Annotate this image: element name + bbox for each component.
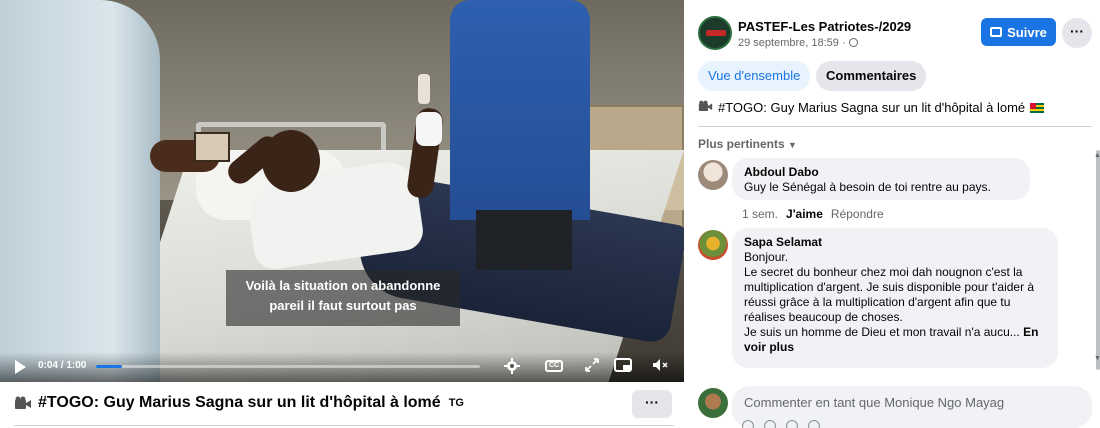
gif-icon[interactable]: [786, 420, 798, 428]
togo-flag-icon: [1030, 102, 1045, 113]
comments-scrollbar[interactable]: [1096, 150, 1100, 370]
post-panel: PASTEF-Les Patriotes-/2029 29 septembre,…: [684, 0, 1100, 428]
scene-standing-man: [450, 0, 590, 220]
commenter-avatar[interactable]: [698, 160, 728, 190]
progress-bar[interactable]: [96, 365, 480, 368]
picture-in-picture-icon[interactable]: [614, 358, 632, 376]
comment-line: réalises beaucoup de choses.: [744, 310, 903, 324]
scene-iv-drip: [418, 74, 430, 104]
comment-line: Le secret du bonheur chez moi dah nougno…: [744, 265, 1023, 279]
globe-icon: [848, 38, 858, 47]
tab-overview[interactable]: Vue d'ensemble: [698, 61, 811, 91]
page-name[interactable]: PASTEF-Les Patriotes-/2029: [738, 19, 911, 34]
video-caption: #TOGO: Guy Marius Sagna sur un lit d'hôp…: [14, 394, 464, 412]
captions-icon[interactable]: CC: [545, 360, 563, 372]
current-user-avatar: [698, 388, 728, 418]
progress-fill: [96, 365, 122, 368]
page-avatar[interactable]: [698, 16, 732, 50]
tab-comments[interactable]: Commentaires: [816, 61, 927, 91]
video-camera-icon: [698, 100, 713, 115]
comment-line: voir plus: [744, 340, 1046, 355]
follow-label: Suivre: [1007, 24, 1047, 40]
reply-link[interactable]: Répondre: [831, 207, 884, 221]
comment-author[interactable]: Abdoul Dabo: [744, 165, 1018, 180]
scene-standing-man-legs: [476, 210, 572, 270]
play-icon[interactable]: [15, 360, 26, 374]
scroll-down-arrow-icon[interactable]: ▼: [1094, 355, 1100, 362]
sort-label: Plus pertinents: [698, 137, 785, 151]
video-player[interactable]: Voilà la situation on abandonne pareil i…: [0, 0, 684, 382]
camera-icon[interactable]: [764, 420, 776, 428]
sticker-icon[interactable]: [808, 420, 820, 428]
comment-author[interactable]: Sapa Selamat: [744, 235, 1046, 250]
comment-time[interactable]: 1 sem.: [742, 207, 778, 221]
scene-nurse: [0, 0, 160, 382]
post-text: #TOGO: Guy Marius Sagna sur un lit d'hôp…: [698, 100, 1045, 115]
follow-page-icon: [990, 27, 1003, 37]
comment-actions: 1 sem. J'aime Répondre: [742, 207, 884, 221]
see-more-link[interactable]: En: [1023, 325, 1038, 339]
divider: [14, 425, 674, 426]
comment-bubble: Sapa Selamat Bonjour. Le secret du bonhe…: [732, 228, 1058, 368]
comment-text: Guy le Sénégal à besoin de toi rentre au…: [744, 180, 991, 194]
follow-button[interactable]: Suivre: [981, 18, 1056, 46]
video-time: 0:04 / 1:00: [38, 360, 87, 371]
comment-sort-dropdown[interactable]: Plus pertinents ▼: [698, 137, 797, 151]
post-more-button[interactable]: ···: [1062, 18, 1092, 48]
fullscreen-expand-icon[interactable]: [585, 358, 599, 376]
comment-input-tools: [742, 420, 820, 428]
caption-text: #TOGO: Guy Marius Sagna sur un lit d'hôp…: [38, 394, 441, 411]
video-controls: 0:04 / 1:00 CC: [0, 352, 684, 382]
caption-flag-text: TG: [448, 397, 464, 409]
volume-muted-icon[interactable]: [652, 358, 670, 376]
settings-gear-icon[interactable]: [504, 358, 520, 378]
comment-line: multiplication d'argent. Je suis disponi…: [744, 280, 1035, 294]
video-camera-icon: [14, 396, 32, 410]
divider: [698, 126, 1092, 127]
scroll-up-arrow-icon[interactable]: ▲: [1094, 152, 1100, 159]
post-date[interactable]: 29 septembre, 18:59 ·: [738, 37, 858, 49]
scene-device: [194, 132, 230, 162]
comment-line: réussi grâce à la multiplication d'argen…: [744, 295, 1011, 309]
comment-bubble: Abdoul Dabo Guy le Sénégal à besoin de t…: [732, 158, 1030, 200]
facebook-video-viewer: Voilà la situation on abandonne pareil i…: [0, 0, 1100, 428]
caption-more-button[interactable]: ···: [632, 390, 672, 418]
like-link[interactable]: J'aime: [786, 207, 823, 221]
emoji-icon[interactable]: [742, 420, 754, 428]
comment-line: Bonjour.: [744, 250, 789, 264]
video-subtitle: Voilà la situation on abandonne pareil i…: [226, 270, 460, 326]
subtitle-line-1: Voilà la situation on abandonne: [245, 278, 441, 293]
post-text-body: #TOGO: Guy Marius Sagna sur un lit d'hôp…: [718, 100, 1026, 115]
see-more-link[interactable]: voir plus: [744, 340, 794, 354]
subtitle-line-2: pareil il faut surtout pas: [269, 298, 417, 313]
commenter-avatar[interactable]: [698, 230, 728, 260]
post-date-text: 29 septembre, 18:59 ·: [738, 37, 849, 49]
comment-line-text: Je suis un homme de Dieu et mon travail …: [744, 325, 1020, 339]
caret-down-icon: ▼: [788, 140, 797, 150]
scene-bandage: [416, 112, 442, 146]
comment-line: Je suis un homme de Dieu et mon travail …: [744, 325, 1046, 340]
